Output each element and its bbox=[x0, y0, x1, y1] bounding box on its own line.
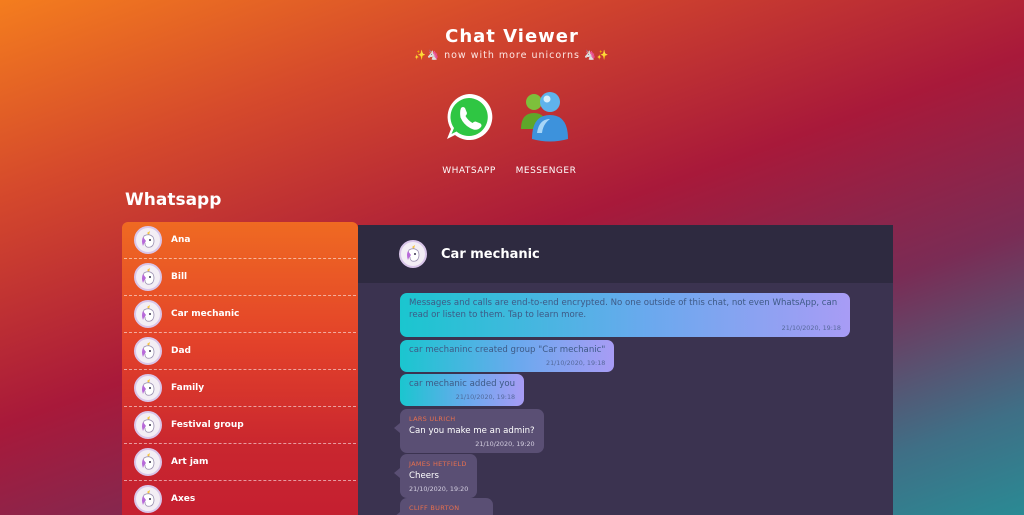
platform-messenger-button[interactable]: MESSENGER bbox=[501, 88, 591, 176]
chat-header: Car mechanic bbox=[358, 225, 893, 283]
unicorn-avatar-icon bbox=[134, 337, 162, 365]
message-time: 21/10/2020, 19:18 bbox=[781, 324, 841, 332]
message-text: Cheers bbox=[409, 471, 440, 481]
system-message: car mechanic added you 21/10/2020, 19:18 bbox=[400, 374, 525, 406]
contact-item-festival-group[interactable]: Festival group bbox=[124, 407, 356, 444]
unicorn-avatar-icon bbox=[134, 485, 162, 513]
contact-item-car-mechanic[interactable]: Car mechanic bbox=[124, 296, 356, 333]
contact-name: Bill bbox=[171, 272, 188, 282]
message-time: 21/10/2020, 19:20 bbox=[475, 440, 535, 448]
message-text: car mechanic added you bbox=[409, 379, 516, 389]
unicorn-avatar-icon bbox=[399, 240, 427, 268]
section-title: Whatsapp bbox=[125, 190, 222, 210]
message-time: 21/10/2020, 19:20 bbox=[409, 485, 469, 493]
contact-item-bill[interactable]: Bill bbox=[124, 259, 356, 296]
platform-messenger-label: MESSENGER bbox=[515, 166, 577, 176]
app-subtitle: ✨🦄 now with more unicorns 🦄✨ bbox=[414, 50, 610, 61]
user-message: CLIFF BURTON bbox=[394, 498, 493, 515]
message-text: car mechaninc created group "Car mechani… bbox=[409, 345, 606, 355]
contact-name: Art jam bbox=[171, 457, 209, 467]
message-time: 21/10/2020, 19:18 bbox=[546, 359, 606, 367]
unicorn-avatar-icon bbox=[134, 374, 162, 402]
platform-selector: WHATSAPP MESSENGER bbox=[0, 88, 1024, 180]
message-time: 21/10/2020, 19:18 bbox=[455, 393, 516, 401]
contact-name: Dad bbox=[171, 346, 191, 356]
unicorn-avatar-icon bbox=[134, 411, 162, 439]
contact-item-ana[interactable]: Ana bbox=[124, 222, 356, 259]
contact-list: Ana Bill Car mechanic Dad Family Festiva… bbox=[122, 222, 358, 515]
contact-item-art-jam[interactable]: Art jam bbox=[124, 444, 356, 481]
user-message: LARS ULRICH Can you make me an admin? 21… bbox=[394, 409, 544, 453]
system-message: car mechaninc created group "Car mechani… bbox=[400, 340, 615, 372]
message-sender: LARS ULRICH bbox=[409, 415, 456, 423]
chat-title: Car mechanic bbox=[441, 246, 540, 262]
chat-panel: Car mechanic Messages and calls are end-… bbox=[358, 225, 893, 515]
system-message: Messages and calls are end-to-end encryp… bbox=[400, 293, 850, 337]
contact-item-dad[interactable]: Dad bbox=[124, 333, 356, 370]
contact-name: Ana bbox=[171, 235, 191, 245]
unicorn-avatar-icon bbox=[134, 263, 162, 291]
unicorn-avatar-icon bbox=[134, 300, 162, 328]
unicorn-avatar-icon bbox=[134, 448, 162, 476]
contact-name: Axes bbox=[171, 494, 196, 504]
contact-name: Festival group bbox=[171, 420, 244, 430]
message-sender: JAMES HETFIELD bbox=[409, 460, 467, 468]
message-sender: CLIFF BURTON bbox=[409, 504, 460, 512]
messenger-icon bbox=[521, 92, 568, 142]
message-text: Can you make me an admin? bbox=[409, 426, 535, 436]
unicorn-avatar-icon bbox=[134, 226, 162, 254]
app-title: Chat Viewer bbox=[445, 26, 579, 47]
contact-name: Family bbox=[171, 383, 205, 393]
contact-item-axes[interactable]: Axes bbox=[124, 481, 356, 515]
contact-name: Car mechanic bbox=[171, 309, 240, 319]
user-message: JAMES HETFIELD Cheers 21/10/2020, 19:20 bbox=[393, 454, 478, 498]
message-text: Messages and calls are end-to-end encryp… bbox=[409, 298, 838, 320]
whatsapp-icon bbox=[447, 93, 493, 140]
contact-item-family[interactable]: Family bbox=[124, 370, 356, 407]
